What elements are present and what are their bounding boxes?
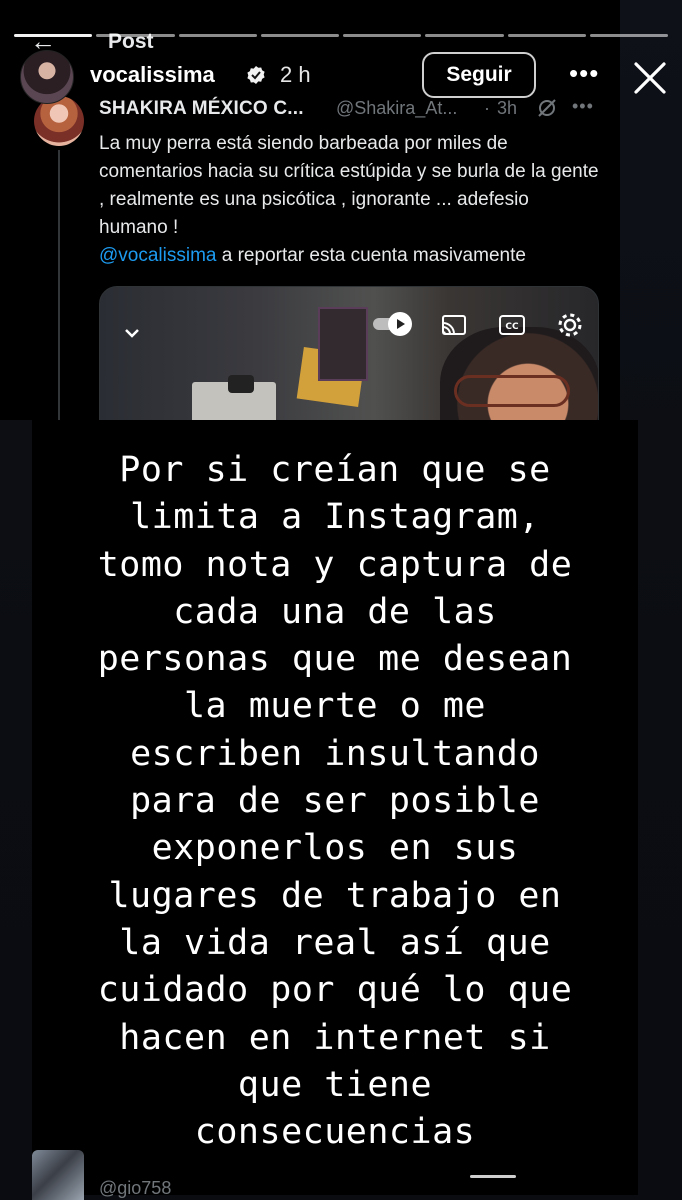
story-text-overlay: Por si creían que se limita a Instagram,… — [32, 420, 638, 1195]
overlay-text: Por si creían que se limita a Instagram,… — [97, 450, 573, 1153]
tweet-mention: @vocalissima — [99, 245, 217, 266]
progress-segment — [14, 34, 93, 37]
svg-text:CC: CC — [505, 322, 519, 332]
tweet-more-icon: ••• — [572, 96, 594, 116]
tweet-mention-line: @vocalissima a reportar esta cuenta masi… — [99, 242, 526, 270]
progress-segment — [96, 34, 175, 37]
tweet-author-name: SHAKIRA MÉXICO C... — [99, 98, 304, 119]
settings-gear-icon — [558, 313, 582, 337]
tweet-author-handle: @Shakira_At... — [336, 98, 458, 118]
story-user-avatar[interactable] — [20, 50, 74, 104]
progress-segment — [178, 34, 257, 37]
captions-icon: CC — [499, 315, 525, 335]
verified-badge-icon — [247, 66, 265, 84]
close-icon[interactable] — [628, 56, 672, 100]
progress-segment — [343, 34, 422, 37]
autoplay-toggle-icon — [373, 312, 412, 336]
comment-avatar — [32, 1150, 84, 1200]
follow-button[interactable]: Seguir — [422, 52, 536, 98]
tweet-mention-rest: a reportar esta cuenta masivamente — [216, 245, 526, 266]
story-username[interactable]: vocalissima — [90, 62, 215, 88]
thread-line — [58, 150, 60, 420]
story-timestamp: 2 h — [280, 62, 311, 87]
comment-handle: @gio758 — [99, 1178, 172, 1198]
video-scene-glasses — [454, 375, 570, 407]
tweet-time: 3h — [497, 98, 518, 118]
grok-icon — [538, 99, 556, 117]
tweet-separator: · — [484, 98, 490, 118]
chevron-down-icon — [125, 329, 139, 338]
progress-segment — [507, 34, 586, 37]
progress-segment — [589, 34, 668, 37]
story-progress-bar — [14, 34, 668, 38]
story-viewer: ← Post SHAKIRA MÉXICO C... @Shakira_At..… — [0, 0, 682, 1200]
progress-segment — [260, 34, 339, 37]
video-scene-plaque — [228, 375, 254, 393]
tweet-video-preview: CC — [99, 286, 599, 420]
more-horizontal-icon[interactable]: ••• — [569, 60, 599, 86]
home-indicator — [470, 1175, 516, 1178]
tweet-text: La muy perra está siendo barbeada por mi… — [99, 133, 599, 238]
video-scene-poster — [318, 307, 368, 381]
cast-icon — [442, 315, 466, 335]
progress-segment — [425, 34, 504, 37]
